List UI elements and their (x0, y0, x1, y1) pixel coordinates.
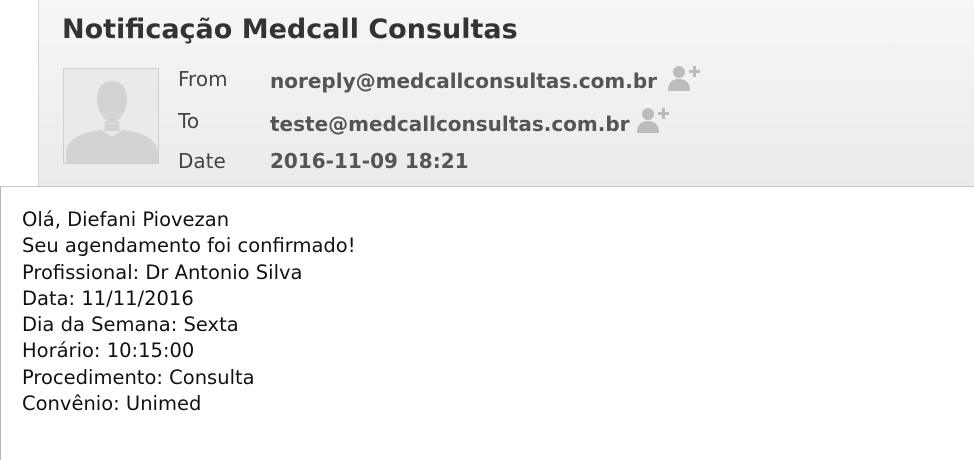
message-subject: Notificação Medcall Consultas (62, 14, 518, 45)
date-value: 2016-11-09 18:21 (270, 149, 469, 173)
header-side-strip (0, 0, 39, 186)
greeting-line: Olá, Diefani Piovezan (22, 208, 230, 231)
confirmation-line: Seu agendamento foi confirmado! (22, 234, 356, 258)
from-label: From (178, 67, 228, 91)
add-contact-icon[interactable] (667, 64, 701, 92)
date-line: Data: 11/11/2016 (22, 286, 194, 310)
message-body: Olá, Diefani Piovezan Seu agendamento fo… (22, 207, 356, 417)
date-label: Date (178, 149, 226, 173)
weekday-line: Dia da Semana: Sexta (22, 313, 239, 337)
to-label: To (178, 109, 200, 133)
message-header: Notificação Medcall Consultas From norep… (0, 0, 974, 187)
from-address[interactable]: noreply@medcallconsultas.com.br (270, 69, 657, 93)
to-address[interactable]: teste@medcallconsultas.com.br (270, 112, 630, 136)
procedure-line: Procedimento: Consulta (22, 365, 255, 389)
sender-avatar (63, 68, 159, 164)
insurance-line: Convênio: Unimed (22, 392, 202, 416)
add-contact-icon[interactable] (636, 106, 670, 134)
professional-line: Profissional: Dr Antonio Silva (22, 260, 303, 284)
email-viewer: Notificação Medcall Consultas From norep… (0, 0, 974, 460)
person-silhouette-icon (64, 69, 158, 163)
time-line: Horário: 10:15:00 (22, 339, 195, 363)
